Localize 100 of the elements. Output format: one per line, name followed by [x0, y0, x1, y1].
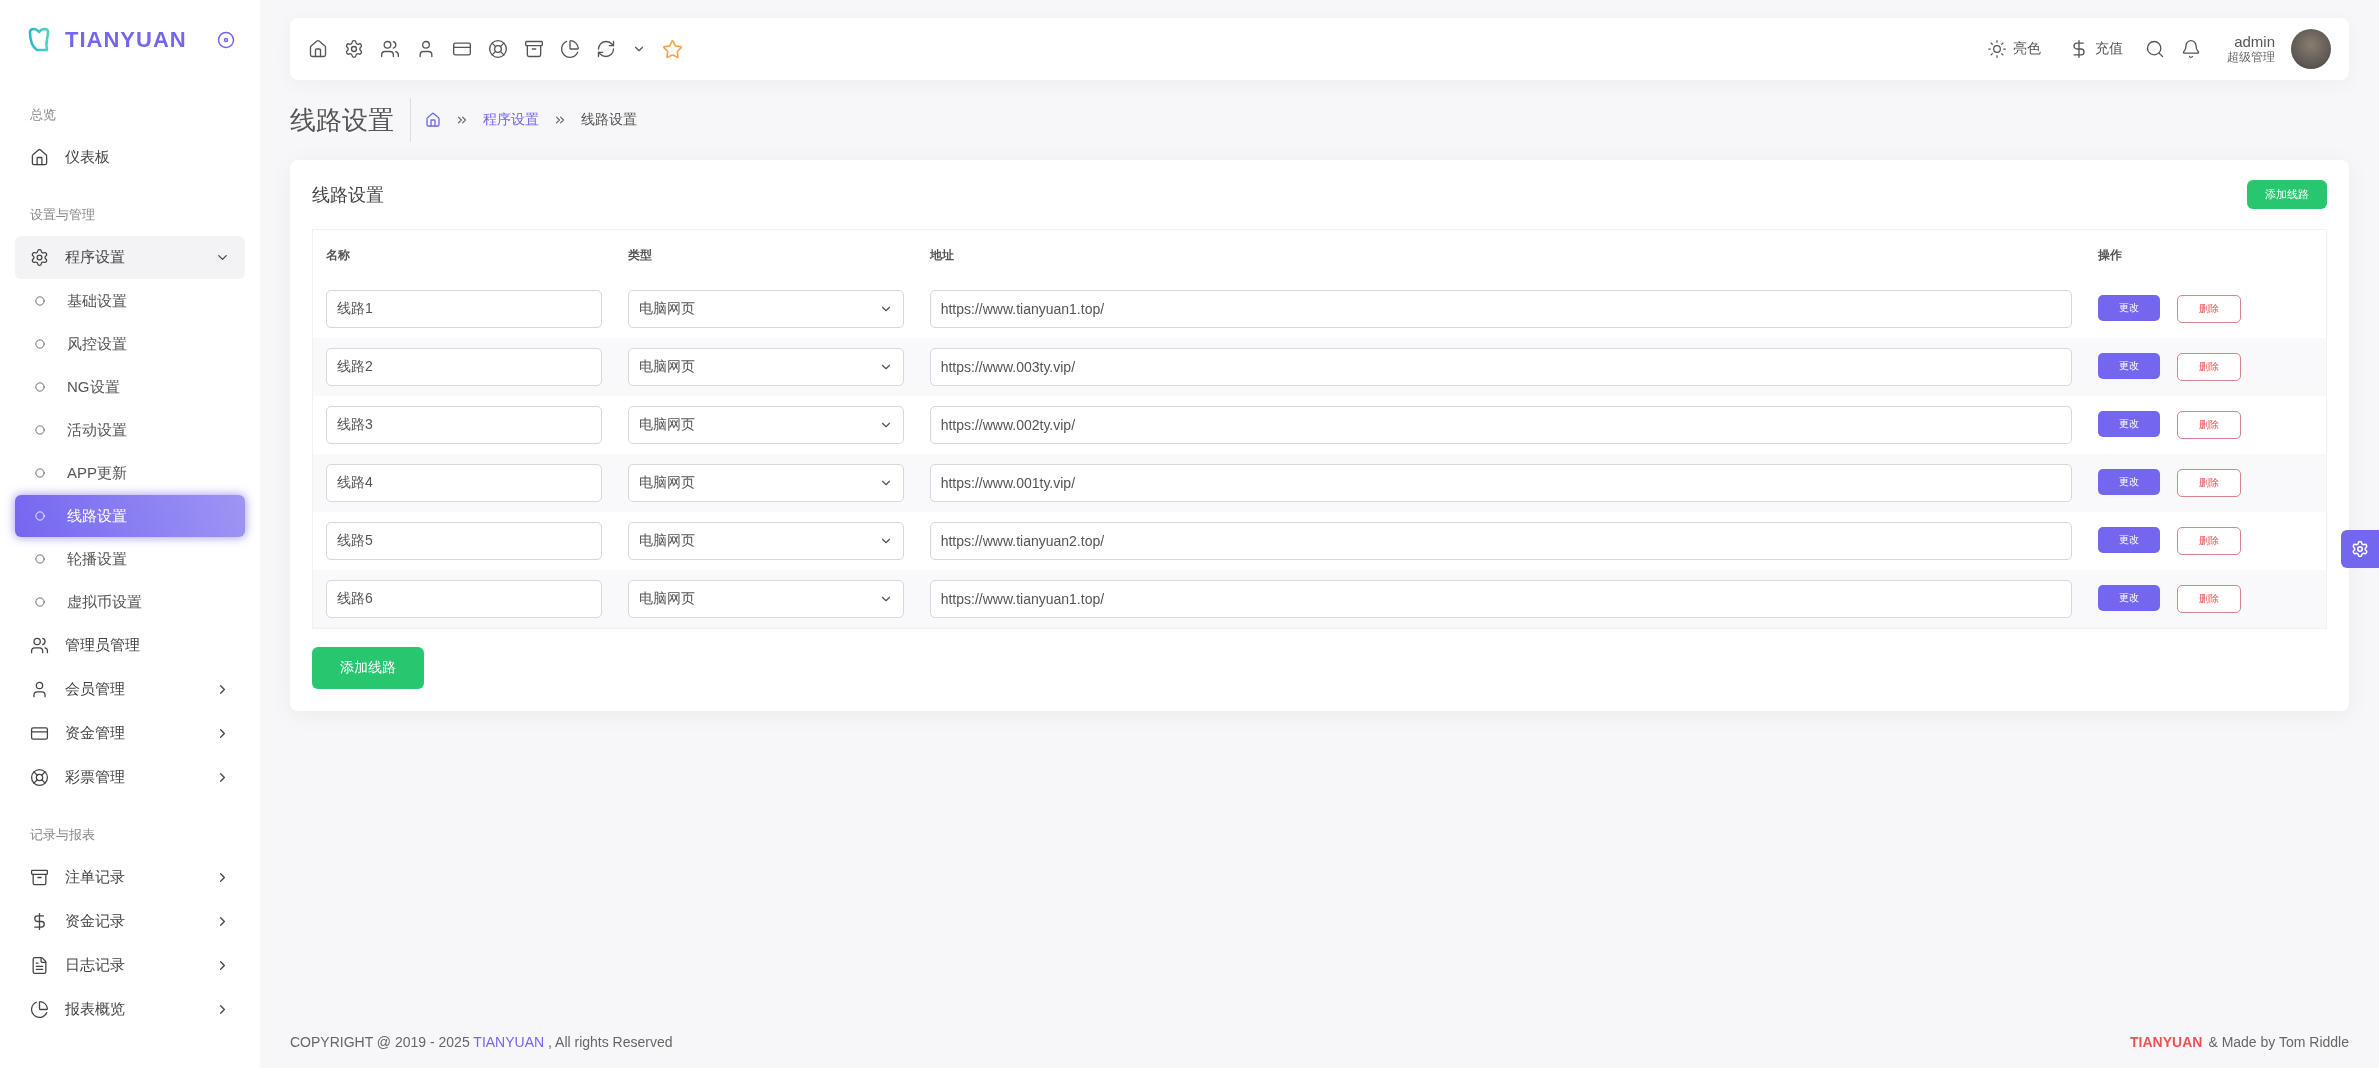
circle-icon: [35, 296, 45, 306]
sidebar-item[interactable]: 彩票管理: [15, 756, 245, 799]
sidebar-item[interactable]: 会员管理: [15, 668, 245, 711]
sidebar-item[interactable]: 报表概览: [15, 988, 245, 1031]
settings-icon: [2351, 540, 2369, 558]
name-field[interactable]: 线路3: [326, 406, 602, 444]
customizer-button[interactable]: [2341, 530, 2379, 568]
url-field[interactable]: https://www.001ty.vip/: [929, 464, 2072, 502]
bell-icon[interactable]: [2181, 39, 2201, 59]
edit-button[interactable]: 更改: [2097, 353, 2160, 379]
search-icon[interactable]: [2145, 39, 2165, 59]
sidebar-item[interactable]: 日志记录: [15, 944, 245, 987]
circle-icon: [35, 511, 45, 521]
avatar[interactable]: [2291, 29, 2331, 69]
sidebar-item[interactable]: 仪表板: [15, 136, 245, 179]
circle-icon: [35, 425, 45, 435]
name-field[interactable]: 线路4: [326, 464, 602, 502]
circle-icon: [35, 597, 45, 607]
double-chevron-icon: [455, 113, 469, 127]
url-field[interactable]: https://www.tianyuan2.top/: [929, 522, 2072, 560]
delete-button[interactable]: 删除: [2176, 585, 2241, 613]
delete-button[interactable]: 删除: [2176, 411, 2241, 439]
theme-button[interactable]: 亮色: [1981, 39, 2047, 59]
double-chevron-icon: [553, 113, 567, 127]
name-field[interactable]: 线路5: [326, 522, 602, 560]
star-icon[interactable]: [662, 38, 683, 60]
submenu-item[interactable]: 风控设置: [15, 323, 245, 365]
delete-button[interactable]: 删除: [2176, 527, 2241, 555]
copyright-text: COPYRIGHT @ 2019 - 2025 TIANYUAN , All rights Reserved: [290, 1034, 673, 1050]
submenu-item[interactable]: 基础设置: [15, 280, 245, 322]
credit-text: & Made by Tom Riddle: [2208, 1034, 2349, 1050]
url-field[interactable]: https://www.003ty.vip/: [929, 348, 2072, 386]
type-select[interactable]: 电脑网页: [627, 290, 904, 328]
type-select[interactable]: 电脑网页: [627, 406, 904, 444]
footer-brand: TIANYUAN: [2130, 1034, 2203, 1050]
recharge-button[interactable]: 充值: [2063, 39, 2129, 59]
type-select[interactable]: 电脑网页: [627, 522, 904, 560]
url-field[interactable]: https://www.tianyuan1.top/: [929, 580, 2072, 618]
document-icon: [30, 956, 49, 975]
section-title: 设置与管理: [29, 206, 96, 224]
edit-button[interactable]: 更改: [2097, 527, 2160, 553]
card-icon: [30, 724, 49, 743]
user-name: admin: [2234, 33, 2275, 51]
type-select[interactable]: 电脑网页: [627, 348, 904, 386]
pie-chart-icon[interactable]: [560, 39, 580, 59]
delete-button[interactable]: 删除: [2176, 469, 2241, 497]
user-role: 超级管理: [2227, 50, 2275, 65]
url-field[interactable]: https://www.tianyuan1.top/: [929, 290, 2072, 328]
sidebar-item[interactable]: 注单记录: [15, 856, 245, 899]
column-header: 名称: [312, 229, 615, 280]
pie-chart-icon: [30, 1000, 49, 1019]
type-select[interactable]: 电脑网页: [627, 464, 904, 502]
delete-button[interactable]: 删除: [2176, 295, 2241, 323]
submenu-item[interactable]: NG设置: [15, 366, 245, 408]
section-title: 总览: [29, 106, 57, 124]
submenu-item[interactable]: 线路设置: [15, 495, 245, 537]
url-field[interactable]: https://www.002ty.vip/: [929, 406, 2072, 444]
home-icon[interactable]: [425, 112, 441, 128]
edit-button[interactable]: 更改: [2097, 469, 2160, 495]
brand-link[interactable]: TIANYUAN: [473, 1034, 545, 1050]
edit-button[interactable]: 更改: [2097, 411, 2160, 437]
submenu-item[interactable]: 活动设置: [15, 409, 245, 451]
page-title: 线路设置: [290, 98, 411, 142]
submenu-item[interactable]: 轮播设置: [15, 538, 245, 580]
column-header: 地址: [916, 229, 2085, 280]
lifebuoy-icon: [30, 768, 49, 787]
archive-icon[interactable]: [524, 39, 544, 59]
circle-icon: [35, 382, 45, 392]
users-icon[interactable]: [380, 39, 400, 59]
lifebuoy-icon[interactable]: [488, 39, 508, 59]
refresh-icon[interactable]: [596, 39, 616, 59]
edit-button[interactable]: 更改: [2097, 295, 2160, 321]
name-field[interactable]: 线路1: [326, 290, 602, 328]
sidebar-item[interactable]: 程序设置: [15, 236, 245, 279]
settings-icon[interactable]: [344, 39, 364, 59]
name-field[interactable]: 线路2: [326, 348, 602, 386]
users-icon: [30, 636, 49, 655]
name-field[interactable]: 线路6: [326, 580, 602, 618]
delete-button[interactable]: 删除: [2176, 353, 2241, 381]
archive-icon: [30, 868, 49, 887]
home-icon[interactable]: [308, 39, 328, 59]
brand-name: TIANYUAN: [65, 27, 188, 53]
breadcrumb-link[interactable]: 线路设置: [581, 111, 637, 129]
settings-icon: [30, 248, 49, 267]
sidebar-item[interactable]: 资金记录: [15, 900, 245, 943]
sun-icon: [1987, 39, 2007, 59]
circle-icon: [35, 554, 45, 564]
section-title: 记录与报表: [29, 826, 96, 844]
type-select[interactable]: 电脑网页: [627, 580, 904, 618]
submenu-item[interactable]: 虚拟币设置: [15, 581, 245, 623]
circle-icon: [35, 339, 45, 349]
column-header: 类型: [614, 229, 917, 280]
sidebar-item[interactable]: 资金管理: [15, 712, 245, 755]
column-header: 操作: [2084, 229, 2327, 280]
submenu-item[interactable]: APP更新: [15, 452, 245, 494]
breadcrumb-link[interactable]: 程序设置: [483, 111, 539, 129]
edit-button[interactable]: 更改: [2097, 585, 2160, 611]
card-title: 线路设置: [312, 183, 384, 207]
sidebar-item[interactable]: 管理员管理: [15, 624, 245, 667]
collapse-toggle-icon[interactable]: [217, 31, 235, 49]
